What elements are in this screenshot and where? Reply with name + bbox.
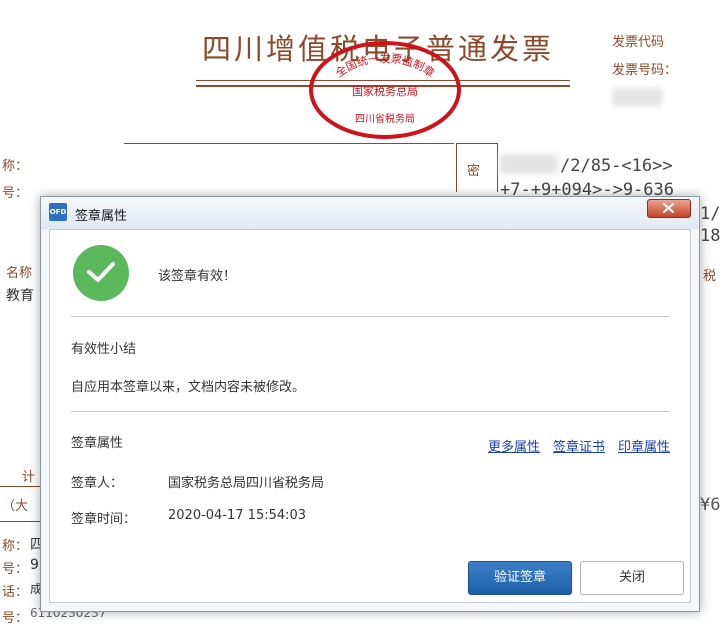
more-properties-link[interactable]: 更多属性 bbox=[488, 436, 540, 455]
close-icon bbox=[663, 203, 674, 213]
validity-summary-text: 自应用本签章以来，文档内容未被修改。 bbox=[71, 380, 306, 395]
invoice-number-label: 发票号码： bbox=[612, 63, 678, 78]
valid-check-icon bbox=[73, 245, 129, 301]
daxie-label: （大 bbox=[2, 499, 29, 514]
cipher-line-4: 18 bbox=[700, 226, 721, 246]
verify-signature-button[interactable]: 验证签章 bbox=[468, 561, 572, 595]
dialog-titlebar[interactable]: OFD 签章属性 bbox=[41, 197, 699, 229]
cipher-line-1: /2/85-<16>> bbox=[560, 156, 673, 176]
seller-taxid-label: 号： bbox=[2, 562, 29, 577]
validity-summary-title: 有效性小结 bbox=[71, 342, 137, 357]
goods-name-value: 教育 bbox=[6, 288, 34, 304]
svg-text:全国统一发票监制章: 全国统一发票监制章 bbox=[333, 51, 438, 80]
mi-label: 密 bbox=[467, 164, 481, 179]
seal-top-text: 全国统一发票监制章 bbox=[333, 51, 438, 80]
amount-fragment: ¥6 bbox=[700, 495, 721, 515]
sign-time-value: 2020-04-17 15:54:03 bbox=[168, 508, 307, 523]
seller-name-label: 称： bbox=[2, 539, 29, 554]
tax-label: 税 bbox=[703, 269, 717, 284]
signature-valid-message: 该签章有效！ bbox=[158, 269, 237, 284]
divider-2 bbox=[71, 411, 669, 412]
buyer-box-top bbox=[124, 143, 454, 144]
seller-taxid-value: 9 bbox=[30, 557, 39, 573]
redacted-check-code bbox=[612, 88, 662, 106]
buyer-taxid-label: 号： bbox=[2, 186, 29, 201]
sign-time-label: 签章时间： bbox=[71, 512, 137, 527]
redacted-code bbox=[500, 154, 558, 174]
dialog-content: 该签章有效！ 有效性小结 自应用本签章以来，文档内容未被修改。 签章属性 更多属… bbox=[49, 229, 691, 603]
cipher-line-3: 1/ bbox=[700, 204, 721, 224]
seal-bottom-text: 四川省税务局 bbox=[355, 112, 415, 125]
total-label: 计 bbox=[22, 470, 36, 485]
total-row-line bbox=[0, 486, 40, 487]
dialog-title: 签章属性 bbox=[75, 209, 128, 224]
goods-name-label: 名称 bbox=[6, 266, 33, 281]
signature-certificate-link[interactable]: 签章证书 bbox=[553, 436, 605, 455]
seller-account-label: 号： bbox=[2, 611, 29, 626]
seller-row-line bbox=[0, 521, 40, 522]
close-button[interactable]: 关闭 bbox=[580, 561, 684, 595]
seal-mid-text: 国家税务总局 bbox=[352, 84, 418, 98]
seal-properties-link[interactable]: 印章属性 bbox=[618, 436, 670, 455]
invoice-code-label: 发票代码 bbox=[612, 35, 665, 50]
seller-phone-label: 话： bbox=[2, 585, 29, 600]
signature-props-title: 签章属性 bbox=[71, 436, 124, 451]
divider-1 bbox=[71, 316, 669, 317]
invoice-seal-icon: 全国统一发票监制章 国家税务总局 四川省税务局 bbox=[309, 41, 461, 139]
window-close-button[interactable] bbox=[647, 199, 691, 218]
signer-value: 国家税务总局四川省税务局 bbox=[168, 476, 325, 491]
ofd-app-icon: OFD bbox=[49, 203, 67, 221]
signature-properties-dialog: OFD 签章属性 该签章有效！ 有效性小结 自应用本签章以来，文档内容未被修改。… bbox=[40, 196, 700, 612]
buyer-name-label: 称： bbox=[2, 159, 29, 174]
signer-label: 签章人： bbox=[71, 476, 124, 491]
